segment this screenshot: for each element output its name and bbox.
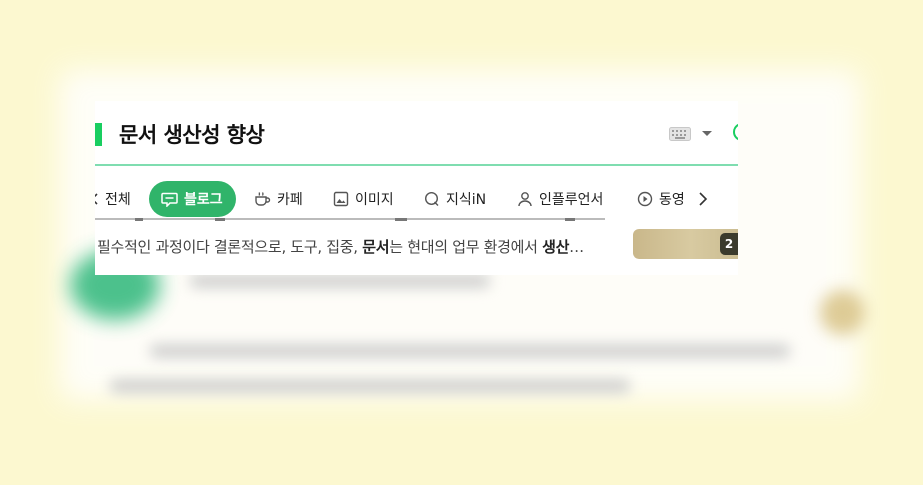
chevron-right-icon[interactable] xyxy=(695,191,711,207)
background-line xyxy=(150,345,790,357)
tab-label: 지식iN xyxy=(446,192,487,208)
chevron-left-icon[interactable] xyxy=(95,193,98,205)
background-gold-shape xyxy=(820,290,865,335)
search-results-card: 문서 생산성 향상 전체 블로그 카페 이미지 지식iN 인플루언서 동영 필수… xyxy=(95,101,738,275)
background-line xyxy=(190,275,490,287)
result-snippet[interactable]: 필수적인 과정이다 결론적으로, 도구, 집중, 문서는 현대의 업무 환경에서… xyxy=(97,236,622,257)
tab-label: 이미지 xyxy=(355,192,394,208)
keyboard-icon[interactable] xyxy=(669,127,691,141)
tab-label: 동영 xyxy=(659,192,685,208)
search-accent-bar xyxy=(95,123,102,146)
search-query[interactable]: 문서 생산성 향상 xyxy=(119,119,265,149)
background-line xyxy=(110,380,630,392)
tab-image[interactable]: 이미지 xyxy=(333,181,394,217)
tab-label: 카페 xyxy=(277,192,303,208)
tab-label: 전체 xyxy=(105,192,131,208)
snippet-text: 필수적인 과정이다 결론적으로, 도구, 집중, xyxy=(97,238,363,256)
person-icon xyxy=(518,192,532,207)
tab-kin[interactable]: 지식iN xyxy=(424,181,486,217)
snippet-highlight: 문서 xyxy=(362,238,390,256)
tab-blog[interactable]: 블로그 xyxy=(149,181,236,217)
tab-label: 인플루언서 xyxy=(539,192,604,208)
image-icon xyxy=(333,191,349,207)
tab-influencer[interactable]: 인플루언서 xyxy=(517,181,603,217)
cafe-icon xyxy=(255,192,271,206)
snippet-clipped-line xyxy=(95,218,625,232)
tab-all[interactable]: 전체 xyxy=(105,181,131,217)
snippet-highlight: 생산 xyxy=(542,238,570,256)
kin-icon xyxy=(424,191,439,206)
snippet-text: 는 현대의 업무 환경에서 xyxy=(389,238,543,256)
tab-cafe[interactable]: 카페 xyxy=(253,181,303,217)
search-bar: 문서 생산성 향상 xyxy=(95,101,738,166)
search-icon[interactable] xyxy=(733,123,738,141)
thumbnail-count-badge: 2 xyxy=(720,233,738,255)
snippet-ellipsis: … xyxy=(569,238,584,256)
play-icon xyxy=(637,191,653,207)
caret-down-icon[interactable] xyxy=(701,130,713,138)
tab-video[interactable]: 동영 xyxy=(637,181,685,217)
blog-icon xyxy=(161,192,178,207)
search-tabs: 전체 블로그 카페 이미지 지식iN 인플루언서 동영 xyxy=(95,177,738,221)
tab-label: 블로그 xyxy=(184,192,223,208)
